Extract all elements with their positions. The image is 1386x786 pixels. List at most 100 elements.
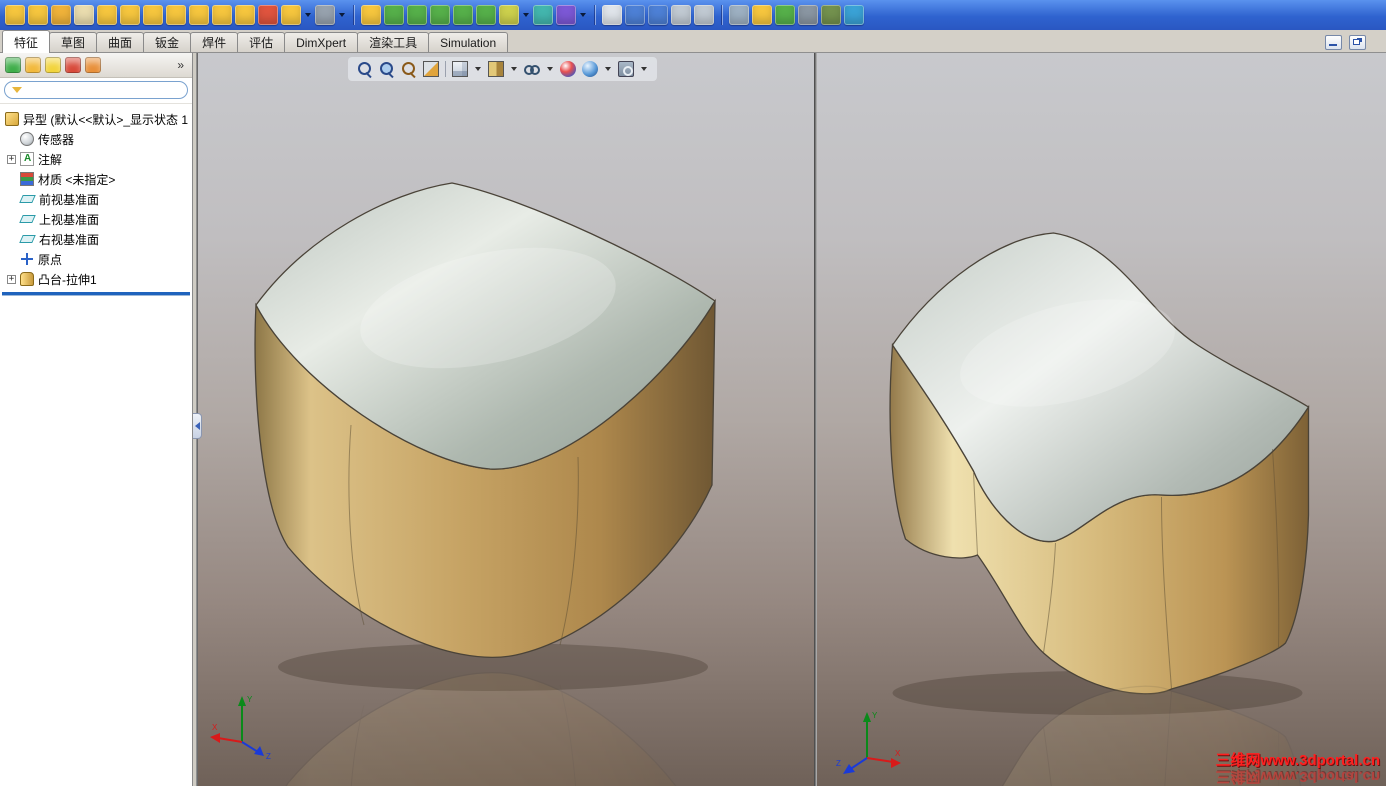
edit-appearance-icon[interactable] <box>560 61 576 77</box>
tab-sheet-metal[interactable]: 钣金 <box>143 32 192 52</box>
chevron-down-icon[interactable] <box>511 67 517 71</box>
configurationmanager-tab[interactable] <box>45 57 61 73</box>
tree-item-top-plane[interactable]: 上视基准面 <box>2 209 190 229</box>
balloon-icon[interactable] <box>453 5 473 25</box>
plane-icon <box>19 235 36 243</box>
main-content: » 异型 (默认<<默认>_显示状态 1 传感器 + 注解 <box>0 53 1386 786</box>
screen-icon[interactable] <box>729 5 749 25</box>
undo-icon[interactable] <box>143 5 163 25</box>
grid-table-icon[interactable] <box>798 5 818 25</box>
print-preview-icon[interactable] <box>97 5 117 25</box>
rebuild-icon[interactable] <box>258 5 278 25</box>
reference-book-icon[interactable] <box>625 5 645 25</box>
options-icon[interactable] <box>281 5 301 25</box>
rollback-bar[interactable] <box>2 292 190 295</box>
tree-item-material[interactable]: 材质 <未指定> <box>2 169 190 189</box>
chevron-down-icon[interactable] <box>523 13 529 17</box>
section-view-icon[interactable] <box>423 61 439 77</box>
delete-icon[interactable] <box>120 5 140 25</box>
tree-item-annotations[interactable]: + 注解 <box>2 149 190 169</box>
tree-item-right-plane[interactable]: 右视基准面 <box>2 229 190 249</box>
new-document-icon[interactable] <box>5 5 25 25</box>
tree-item-origin[interactable]: 原点 <box>2 249 190 269</box>
tab-weldments[interactable]: 焊件 <box>190 32 239 52</box>
gears-icon[interactable] <box>821 5 841 25</box>
chevron-down-icon[interactable] <box>547 67 553 71</box>
print-icon[interactable] <box>74 5 94 25</box>
displaymanager-tab[interactable] <box>85 57 101 73</box>
command-manager-tab-bar: 特征 草图 曲面 钣金 焊件 评估 DimXpert 渲染工具 Simulati… <box>0 30 1386 53</box>
table-icon[interactable] <box>407 5 427 25</box>
chevron-down-icon[interactable] <box>475 67 481 71</box>
chevron-down-icon[interactable] <box>605 67 611 71</box>
tab-simulation[interactable]: Simulation <box>428 32 509 52</box>
view-pane-right[interactable]: X Y Z 三维网www.3dportal.cn 三维网www.3dportal… <box>817 53 1386 786</box>
tree-item-label: 材质 <未指定> <box>38 172 116 187</box>
view-pane-left[interactable]: X Y Z <box>198 53 814 786</box>
paste-icon[interactable] <box>235 5 255 25</box>
minimize-icon <box>1329 44 1337 46</box>
design-library-icon[interactable] <box>476 5 496 25</box>
dimxpertmanager-tab[interactable] <box>65 57 81 73</box>
zoom-area-icon[interactable] <box>379 61 395 77</box>
triad-x-label: X <box>895 749 901 758</box>
copy-document-icon[interactable] <box>671 5 691 25</box>
notebook-icon[interactable] <box>648 5 668 25</box>
open-folder-icon[interactable] <box>28 5 48 25</box>
restore-window-button[interactable] <box>1349 35 1366 50</box>
motion-study-icon[interactable] <box>844 5 864 25</box>
tab-render-tools[interactable]: 渲染工具 <box>357 32 430 52</box>
view-settings-icon[interactable] <box>618 61 634 77</box>
copy-icon[interactable] <box>212 5 232 25</box>
tree-item-label: 异型 (默认<<默认>_显示状态 1 <box>23 112 189 127</box>
layers-icon[interactable] <box>694 5 714 25</box>
sketch-arrow-icon[interactable] <box>361 5 381 25</box>
model-view-left[interactable] <box>198 53 814 786</box>
hide-show-items-icon[interactable] <box>524 61 540 77</box>
triad-z-label: Z <box>836 759 841 768</box>
expand-toggle[interactable]: + <box>7 154 16 164</box>
chevron-down-icon[interactable] <box>580 13 586 17</box>
tree-item-front-plane[interactable]: 前视基准面 <box>2 189 190 209</box>
origin-icon <box>20 252 34 266</box>
model-view-right[interactable] <box>817 53 1386 786</box>
tree-item-boss-extrude[interactable]: + 凸台-拉伸1 <box>2 269 190 289</box>
apply-scene-icon[interactable] <box>582 61 598 77</box>
tab-sketch[interactable]: 草图 <box>49 32 98 52</box>
display-style-icon[interactable] <box>488 61 504 77</box>
zoom-fit-icon[interactable] <box>357 61 373 77</box>
tab-surfaces[interactable]: 曲面 <box>96 32 145 52</box>
pencil-icon[interactable] <box>602 5 622 25</box>
note-icon[interactable] <box>430 5 450 25</box>
smart-dimension-icon[interactable] <box>384 5 404 25</box>
tab-evaluate[interactable]: 评估 <box>237 32 286 52</box>
chevron-down-icon[interactable] <box>641 67 647 71</box>
tools-icon[interactable] <box>499 5 519 25</box>
measure-icon[interactable] <box>533 5 553 25</box>
tab-features[interactable]: 特征 <box>2 30 51 53</box>
tree-item-label: 原点 <box>38 252 63 267</box>
home-icon[interactable] <box>752 5 772 25</box>
chevron-down-icon[interactable] <box>339 13 345 17</box>
expand-toggle[interactable]: + <box>7 274 16 284</box>
previous-view-icon[interactable] <box>401 61 417 77</box>
save-icon[interactable] <box>51 5 71 25</box>
tree-filter-input[interactable] <box>27 84 180 96</box>
tree-item-part[interactable]: 异型 (默认<<默认>_显示状态 1 <box>2 109 190 129</box>
tab-dimxpert[interactable]: DimXpert <box>284 32 359 52</box>
globe-icon[interactable] <box>775 5 795 25</box>
cut-icon[interactable] <box>189 5 209 25</box>
spline-icon[interactable] <box>556 5 576 25</box>
redo-icon[interactable] <box>166 5 186 25</box>
chevron-down-icon[interactable] <box>305 13 311 17</box>
propertymanager-tab[interactable] <box>25 57 41 73</box>
panel-overflow-icon[interactable]: » <box>174 58 187 72</box>
panel-collapse-handle[interactable] <box>193 413 202 439</box>
heads-up-toolbar <box>348 57 657 81</box>
view-orientation-icon[interactable] <box>452 61 468 77</box>
minimize-window-button[interactable] <box>1325 35 1342 50</box>
tree-item-sensors[interactable]: 传感器 <box>2 129 190 149</box>
color-swatch-icon[interactable] <box>315 5 335 25</box>
plane-icon <box>19 215 36 223</box>
featuremanager-tree-tab[interactable] <box>5 57 21 73</box>
